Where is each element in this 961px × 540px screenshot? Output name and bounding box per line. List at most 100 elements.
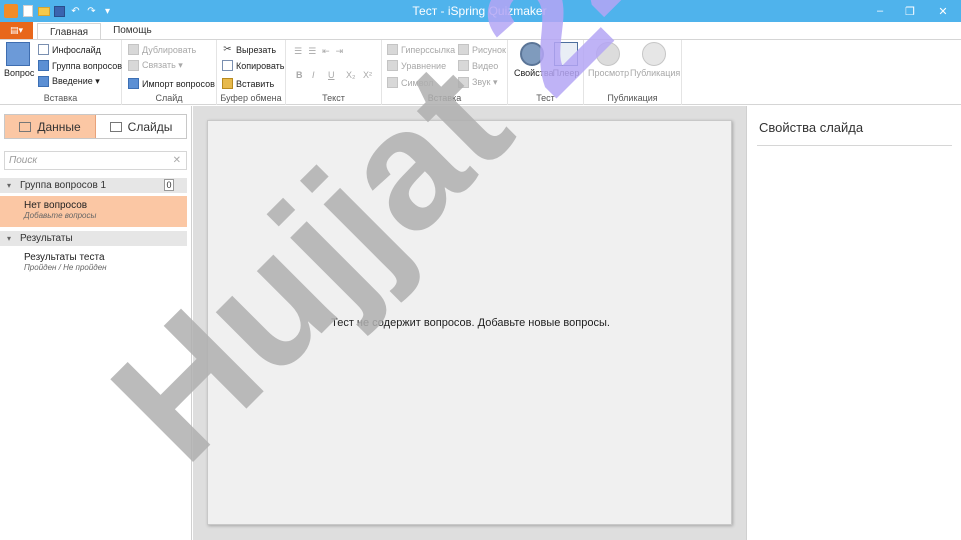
bold-label: B bbox=[296, 70, 303, 80]
ribbon-group-insert-media: Гиперссылка Уравнение Символ Рисунок Вид… bbox=[382, 40, 508, 105]
ribbon-group-text: ☰☰⇤⇥ B I U X₂ X² Текст bbox=[286, 40, 382, 105]
restore-icon: ❐ bbox=[905, 5, 915, 18]
restore-button[interactable]: ❐ bbox=[895, 0, 925, 22]
infoslide-button[interactable]: Инфослайд bbox=[38, 44, 101, 55]
chevron-down-icon: ▾ bbox=[7, 181, 12, 190]
slide-area: Тест не содержит вопросов. Добавьте новы… bbox=[193, 106, 746, 540]
subscript-button[interactable]: X₂ bbox=[346, 70, 356, 80]
question-button[interactable]: Вопрос bbox=[4, 42, 34, 78]
play-icon bbox=[596, 42, 620, 66]
tab-help[interactable]: Помощь bbox=[101, 22, 164, 39]
file-menu-button[interactable]: ▤▾ bbox=[0, 22, 33, 39]
paste-button[interactable]: Вставить bbox=[222, 78, 274, 89]
save-button[interactable] bbox=[53, 5, 66, 18]
left-panel: Данные Слайды Поиск ✕ ▾ Группа вопросов … bbox=[0, 106, 192, 540]
search-input[interactable]: Поиск ✕ bbox=[4, 151, 187, 170]
slides-view-icon bbox=[109, 121, 122, 132]
tab-slides-label: Слайды bbox=[127, 119, 173, 134]
close-icon: ✕ bbox=[938, 5, 948, 18]
preview-button[interactable]: Просмотр bbox=[588, 42, 630, 78]
intro-label: Введение ▾ bbox=[52, 76, 100, 86]
list-item-no-questions[interactable]: Нет вопросов Добавьте вопросы bbox=[0, 196, 187, 227]
close-button[interactable]: ✕ bbox=[925, 0, 961, 22]
question-group-header[interactable]: ▾ Группа вопросов 1 0 bbox=[0, 178, 187, 193]
clear-search-icon[interactable]: ✕ bbox=[173, 152, 181, 169]
results-group-title: Результаты bbox=[20, 233, 73, 244]
superscript-label: X² bbox=[363, 70, 372, 80]
paste-icon bbox=[222, 78, 233, 89]
app-logo-icon[interactable] bbox=[4, 4, 18, 18]
superscript-button[interactable]: X² bbox=[363, 70, 372, 80]
underline-label: U bbox=[328, 70, 335, 80]
chevron-down-icon: ▾ bbox=[104, 5, 111, 17]
list-buttons[interactable]: ☰☰⇤⇥ bbox=[294, 46, 349, 57]
gear-icon bbox=[520, 42, 544, 66]
slide-group-label: Слайд bbox=[155, 93, 183, 103]
duplicate-button[interactable]: Дублировать bbox=[128, 44, 196, 55]
question-count-badge: 0 bbox=[164, 179, 174, 191]
copy-button[interactable]: Копировать bbox=[222, 60, 284, 71]
preview-label: Просмотр bbox=[588, 68, 630, 78]
omega-icon bbox=[387, 77, 398, 88]
question-group-button[interactable]: Группа вопросов bbox=[38, 60, 122, 71]
minimize-button[interactable]: – bbox=[865, 0, 895, 22]
video-button[interactable]: Видео bbox=[458, 60, 498, 71]
customize-qat-button[interactable]: ▾ bbox=[101, 5, 114, 18]
publish-button[interactable]: Публикация bbox=[630, 42, 680, 78]
cut-button[interactable]: ✂ Вырезать bbox=[222, 44, 276, 55]
picture-button[interactable]: Рисунок bbox=[458, 44, 506, 55]
tab-data[interactable]: Данные bbox=[5, 115, 96, 138]
link-icon bbox=[128, 60, 139, 71]
question-group-title: Группа вопросов 1 bbox=[20, 180, 107, 191]
list-item-test-results[interactable]: Результаты теста Пройден / Не пройден bbox=[0, 252, 187, 280]
new-file-button[interactable] bbox=[21, 5, 34, 18]
slide-canvas[interactable]: Тест не содержит вопросов. Добавьте новы… bbox=[207, 120, 732, 525]
cut-label: Вырезать bbox=[236, 44, 277, 55]
equation-icon bbox=[387, 60, 398, 71]
intro-button[interactable]: Введение ▾ bbox=[38, 76, 100, 87]
clipboard-group-label: Буфер обмена bbox=[220, 93, 282, 103]
list-item-title: Нет вопросов bbox=[24, 200, 88, 211]
copy-icon bbox=[222, 60, 233, 71]
equation-button[interactable]: Уравнение bbox=[387, 60, 446, 71]
quick-access-toolbar: ↶ ↷ ▾ bbox=[0, 0, 114, 22]
undo-button[interactable]: ↶ bbox=[69, 5, 82, 18]
question-group-icon bbox=[38, 60, 49, 71]
ribbon-tabs: ▤▾ Главная Помощь bbox=[0, 22, 961, 40]
player-label: Плеер bbox=[552, 68, 580, 78]
bold-button[interactable]: B bbox=[296, 70, 303, 80]
tab-slides[interactable]: Слайды bbox=[96, 115, 186, 138]
italic-label: I bbox=[312, 70, 315, 80]
list-item-title: Результаты теста bbox=[24, 252, 105, 263]
window-title-text: Тест - iSpring Quizmaker bbox=[412, 4, 547, 18]
folder-icon bbox=[37, 6, 50, 16]
link-button[interactable]: Связать ▾ bbox=[128, 60, 183, 71]
sound-label: Звук ▾ bbox=[472, 77, 498, 87]
duplicate-label: Дублировать bbox=[142, 44, 197, 55]
chevron-down-icon: ▾ bbox=[7, 234, 12, 243]
list-item-subtitle: Пройден / Не пройден bbox=[24, 263, 107, 272]
tab-home[interactable]: Главная bbox=[37, 23, 102, 40]
symbol-label: Символ bbox=[401, 77, 434, 88]
import-questions-button[interactable]: Импорт вопросов bbox=[128, 78, 215, 89]
hyperlink-label: Гиперссылка bbox=[401, 44, 456, 55]
speaker-icon bbox=[458, 77, 469, 88]
slide-properties-title: Свойства слайда bbox=[759, 120, 864, 135]
link-label: Связать ▾ bbox=[142, 60, 183, 70]
insert-media-group-label: Вставка bbox=[427, 93, 462, 103]
divider bbox=[757, 145, 952, 146]
equation-label: Уравнение bbox=[401, 60, 447, 71]
underline-button[interactable]: U bbox=[328, 70, 335, 80]
hyperlink-button[interactable]: Гиперссылка bbox=[387, 44, 455, 55]
sound-button[interactable]: Звук ▾ bbox=[458, 77, 497, 88]
italic-button[interactable]: I bbox=[312, 70, 315, 80]
results-group-header[interactable]: ▾ Результаты bbox=[0, 231, 187, 246]
scissors-icon: ✂ bbox=[223, 44, 232, 55]
properties-button[interactable]: Свойства bbox=[514, 42, 554, 78]
ribbon-group-test: Свойства Плеер Тест bbox=[508, 40, 584, 105]
symbol-button[interactable]: Символ bbox=[387, 77, 433, 88]
redo-button[interactable]: ↷ bbox=[85, 5, 98, 18]
open-file-button[interactable] bbox=[37, 5, 50, 18]
player-button[interactable]: Плеер bbox=[552, 42, 580, 78]
copy-label: Копировать bbox=[236, 60, 285, 71]
